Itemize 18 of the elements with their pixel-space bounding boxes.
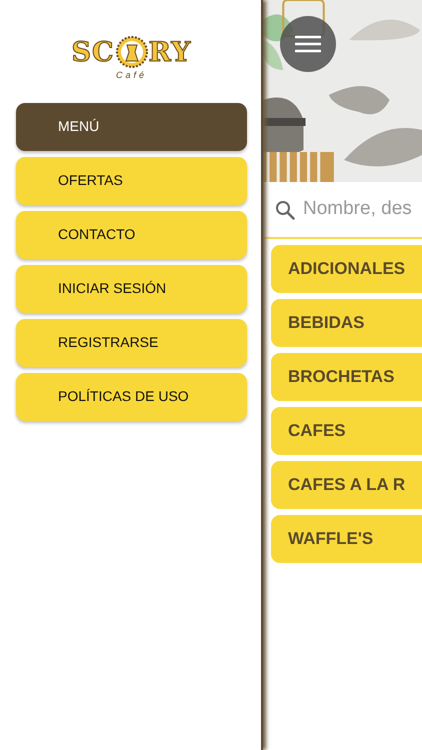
category-button[interactable]: BEBIDAS [271,299,422,347]
category-button[interactable]: WAFFLE'S [271,515,422,563]
drawer-item[interactable]: MENÚ [16,102,247,150]
logo-text: RY [148,38,192,66]
drawer-item[interactable]: CONTACTO [16,210,247,258]
menu-icon [295,35,321,53]
search-icon [275,200,295,220]
drawer-item[interactable]: REGISTRARSE [16,318,247,366]
category-button[interactable]: CAFES A LA R [271,461,422,509]
drawer-item[interactable]: OFERTAS [16,156,247,204]
drawer-item[interactable]: INICIAR SESIÓN [16,264,247,312]
logo-text: SC [72,38,115,66]
category-button[interactable]: CAFES [271,407,422,455]
drawer-item[interactable]: POLÍTICAS DE USO [16,372,247,420]
category-button[interactable]: ADICIONALES [271,245,422,293]
category-button[interactable]: BROCHETAS [271,353,422,401]
logo-subtitle: Café [116,69,147,82]
coffee-pot-icon [116,36,148,68]
